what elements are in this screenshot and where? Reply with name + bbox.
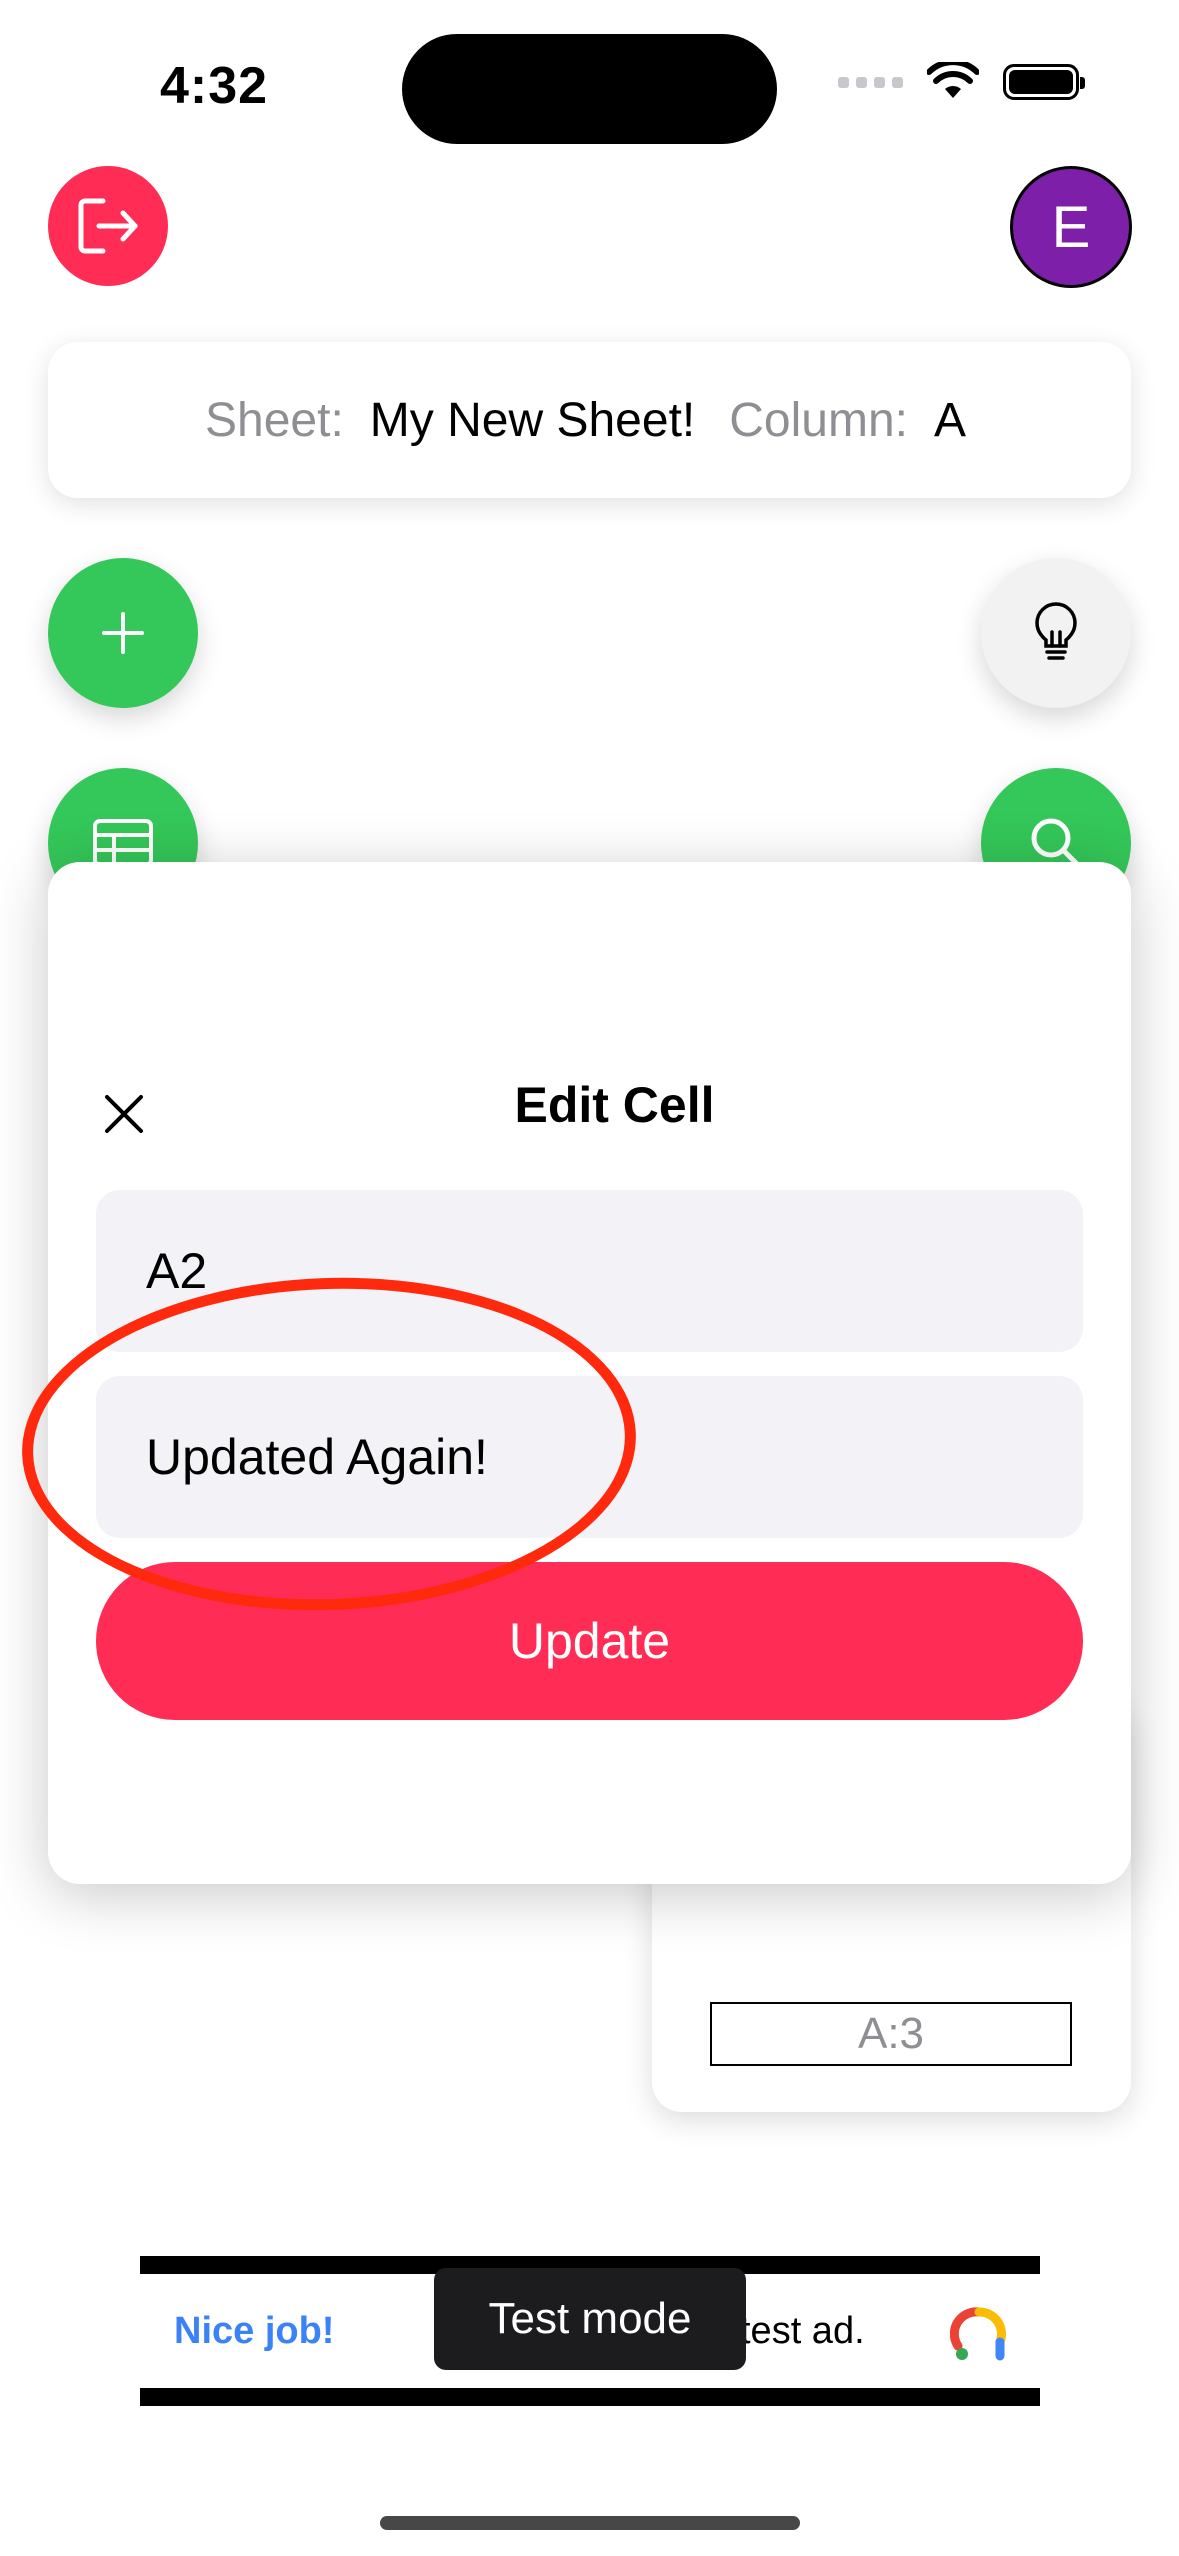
cell-label[interactable]: A:3 [710, 2002, 1072, 2066]
test-mode-badge: Test mode [434, 2268, 746, 2370]
table-icon [93, 819, 153, 867]
logout-icon [78, 198, 138, 254]
sheet-info-bar: Sheet: My New Sheet! Column: A [48, 342, 1131, 498]
idea-button[interactable] [981, 558, 1131, 708]
lightbulb-icon [1035, 602, 1077, 660]
battery-icon [1003, 64, 1085, 100]
wifi-icon [927, 62, 979, 98]
dynamic-island [402, 34, 777, 144]
avatar[interactable]: E [1010, 166, 1132, 288]
ad-right-text: test ad. [740, 2309, 865, 2352]
status-icons [838, 62, 1085, 102]
modal-title: Edit Cell [514, 1077, 715, 1133]
home-indicator[interactable] [380, 2516, 800, 2530]
column-value: A [933, 393, 966, 447]
add-button[interactable] [48, 558, 198, 708]
column-label: Column: [729, 393, 908, 447]
sheet-label: Sheet: [205, 393, 344, 447]
plus-icon [102, 612, 144, 654]
sheet-name: My New Sheet! [369, 393, 696, 447]
status-time: 4:32 [160, 57, 269, 115]
adsense-logo-icon [950, 2307, 1006, 2361]
cellular-signal-icon [838, 76, 903, 88]
logout-button[interactable] [48, 166, 168, 286]
ad-left-text: Nice job! [174, 2309, 335, 2352]
